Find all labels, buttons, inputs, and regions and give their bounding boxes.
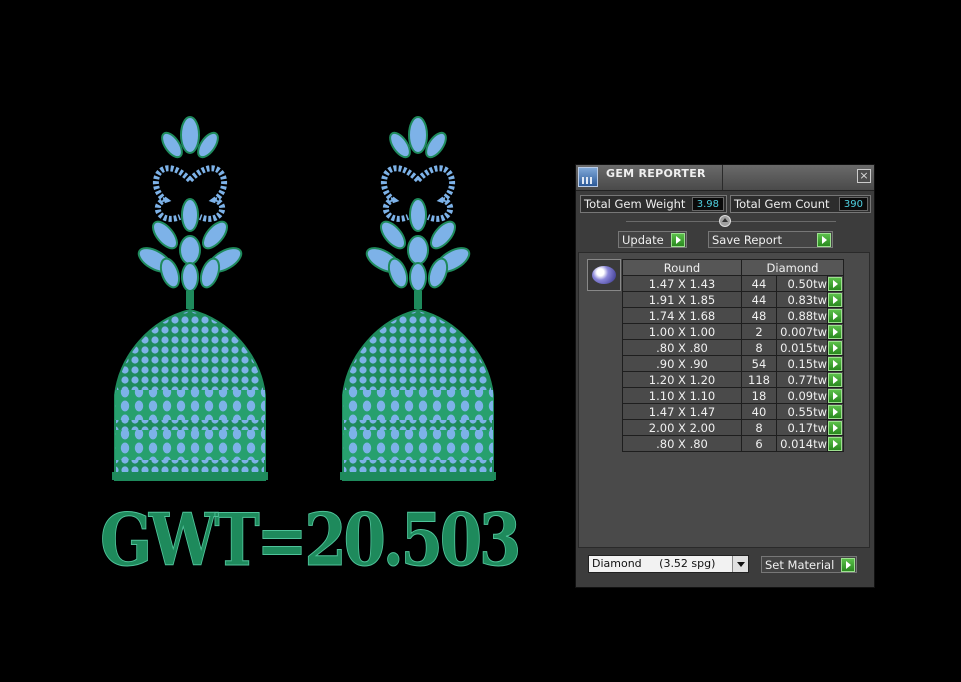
gem-weight-cell: 0.17tw	[776, 419, 828, 436]
total-gem-count-label: Total Gem Count	[734, 197, 830, 211]
green-play-icon[interactable]	[828, 324, 842, 339]
gem-count-cell: 54	[741, 355, 777, 372]
row-action-cell[interactable]	[827, 355, 844, 372]
gem-count-cell: 8	[741, 419, 777, 436]
green-play-icon	[817, 232, 831, 247]
gem-weight-cell: 0.55tw	[776, 403, 828, 420]
green-play-icon[interactable]	[828, 404, 842, 419]
gem-size-cell: .80 X .80	[622, 435, 742, 452]
save-report-button[interactable]: Save Report	[708, 231, 833, 248]
gem-count-cell: 18	[741, 387, 777, 404]
section-divider	[626, 221, 836, 222]
round-gem-thumbnail-icon[interactable]	[587, 259, 621, 291]
gem-size-cell: 1.74 X 1.68	[622, 307, 742, 324]
green-play-icon[interactable]	[828, 292, 842, 307]
row-action-cell[interactable]	[827, 323, 844, 340]
gem-size-cell: .90 X .90	[622, 355, 742, 372]
gem-size-cell: 1.47 X 1.43	[622, 275, 742, 292]
gem-weight-cell: 0.15tw	[776, 355, 828, 372]
chevron-down-icon[interactable]	[732, 556, 748, 572]
gem-weight-cell: 0.77tw	[776, 371, 828, 388]
row-action-cell[interactable]	[827, 275, 844, 292]
table-row: .90 X .90 54 0.15tw	[622, 355, 844, 372]
table-row: 1.10 X 1.10 18 0.09tw	[622, 387, 844, 404]
gem-weight-cell: 0.015tw	[776, 339, 828, 356]
gem-size-cell: 1.47 X 1.47	[622, 403, 742, 420]
table-row: .80 X .80 6 0.014tw	[622, 435, 844, 452]
gem-weight-cell: 0.88tw	[776, 307, 828, 324]
green-play-icon[interactable]	[828, 340, 842, 355]
row-action-cell[interactable]	[827, 387, 844, 404]
close-icon[interactable]: ×	[857, 169, 871, 183]
green-play-icon[interactable]	[828, 356, 842, 371]
gem-report-table: Round Diamond 1.47 X 1.43 44 0.50tw 1.91 X …	[622, 259, 844, 452]
green-play-icon	[671, 232, 685, 247]
total-gem-count-value: 390	[838, 197, 868, 211]
panel-titlebar[interactable]: GEM REPORTER ×	[576, 165, 874, 191]
gem-reporter-app-icon	[578, 167, 598, 187]
green-play-icon[interactable]	[828, 388, 842, 403]
total-gem-count-box: Total Gem Count 390	[730, 195, 871, 213]
green-play-icon	[841, 557, 855, 572]
earrings-render	[90, 95, 510, 485]
gem-weight-cell: 0.83tw	[776, 291, 828, 308]
gem-report-area: Round Diamond 1.47 X 1.43 44 0.50tw 1.91 X …	[578, 252, 870, 548]
gem-count-cell: 118	[741, 371, 777, 388]
row-action-cell[interactable]	[827, 291, 844, 308]
gem-count-cell: 44	[741, 291, 777, 308]
update-button[interactable]: Update	[618, 231, 687, 248]
gem-size-cell: 1.20 X 1.20	[622, 371, 742, 388]
material-select[interactable]: Diamond (3.52 spg)	[588, 555, 749, 573]
gem-size-cell: 1.10 X 1.10	[622, 387, 742, 404]
row-action-cell[interactable]	[827, 403, 844, 420]
row-action-cell[interactable]	[827, 307, 844, 324]
row-action-cell[interactable]	[827, 371, 844, 388]
set-material-button[interactable]: Set Material	[761, 556, 857, 573]
green-play-icon[interactable]	[828, 436, 842, 451]
row-action-cell[interactable]	[827, 339, 844, 356]
table-row: 1.20 X 1.20 118 0.77tw	[622, 371, 844, 388]
green-play-icon[interactable]	[828, 420, 842, 435]
gem-size-cell: .80 X .80	[622, 339, 742, 356]
total-gem-weight-value: 3.98	[691, 197, 724, 211]
gem-count-cell: 6	[741, 435, 777, 452]
green-play-icon[interactable]	[828, 372, 842, 387]
shape-header: Round	[622, 259, 742, 276]
gem-reporter-panel: GEM REPORTER × Total Gem Weight 3.98 Tot…	[575, 164, 875, 588]
green-play-icon[interactable]	[828, 276, 842, 291]
material-header: Diamond	[741, 259, 844, 276]
table-row: 2.00 X 2.00 8 0.17tw	[622, 419, 844, 436]
row-action-cell[interactable]	[827, 419, 844, 436]
gem-weight-cell: 0.014tw	[776, 435, 828, 452]
row-action-cell[interactable]	[827, 435, 844, 452]
table-row: 1.91 X 1.85 44 0.83tw	[622, 291, 844, 308]
table-row: 1.47 X 1.43 44 0.50tw	[622, 275, 844, 292]
gem-count-cell: 2	[741, 323, 777, 340]
total-gem-weight-label: Total Gem Weight	[584, 197, 686, 211]
collapse-arrow-icon[interactable]	[719, 215, 731, 227]
table-row: 1.47 X 1.47 40 0.55tw	[622, 403, 844, 420]
panel-title: GEM REPORTER	[606, 167, 706, 180]
gem-count-cell: 40	[741, 403, 777, 420]
gross-weight-label: GWT=20.503	[100, 497, 522, 583]
gem-count-cell: 48	[741, 307, 777, 324]
gem-count-cell: 44	[741, 275, 777, 292]
title-separator	[722, 165, 723, 190]
gem-size-cell: 1.00 X 1.00	[622, 323, 742, 340]
green-play-icon[interactable]	[828, 308, 842, 323]
total-gem-weight-box: Total Gem Weight 3.98	[580, 195, 727, 213]
gem-weight-cell: 0.50tw	[776, 275, 828, 292]
table-row: .80 X .80 8 0.015tw	[622, 339, 844, 356]
gem-weight-cell: 0.007tw	[776, 323, 828, 340]
table-row: 1.00 X 1.00 2 0.007tw	[622, 323, 844, 340]
table-row: 1.74 X 1.68 48 0.88tw	[622, 307, 844, 324]
gem-count-cell: 8	[741, 339, 777, 356]
gem-weight-cell: 0.09tw	[776, 387, 828, 404]
gem-size-cell: 1.91 X 1.85	[622, 291, 742, 308]
gem-size-cell: 2.00 X 2.00	[622, 419, 742, 436]
